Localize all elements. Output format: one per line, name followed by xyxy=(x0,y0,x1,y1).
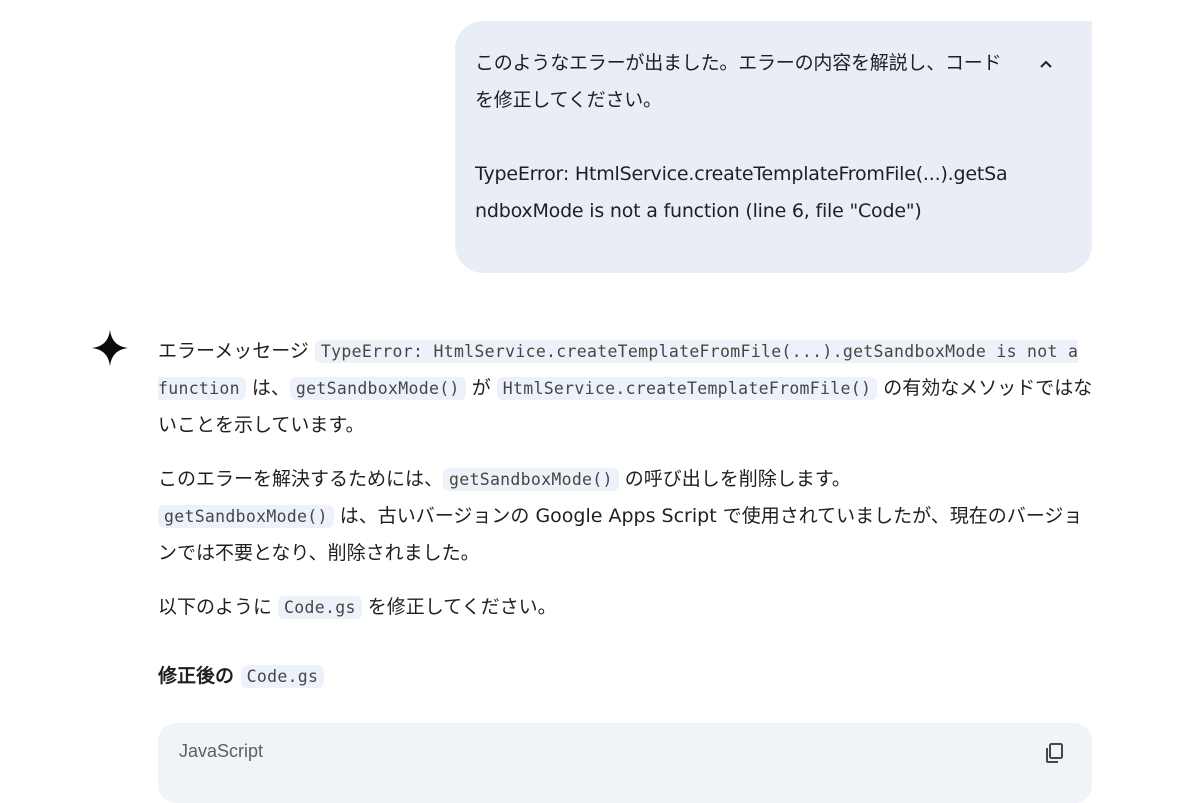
code-block: JavaScript xyxy=(158,723,1092,803)
sparkle-icon xyxy=(92,330,128,366)
text: このエラーを解決するためには、 xyxy=(158,468,444,490)
assistant-response: エラーメッセージ TypeError: HtmlService.createTe… xyxy=(158,333,1098,713)
inline-code: getSandboxMode() xyxy=(289,377,466,400)
user-message-text: このようなエラーが出ました。エラーの内容を解説し、コードを修正してください。 T… xyxy=(475,45,1015,230)
text: 以下のように xyxy=(158,596,279,618)
collapse-message-button[interactable] xyxy=(1033,51,1059,77)
text: が xyxy=(465,377,497,399)
user-message-line: このようなエラーが出ました。エラーの内容を解説し、コードを修正してください。 xyxy=(475,52,1002,111)
response-paragraph: このエラーを解決するためには、 getSandboxMode() の呼び出しを削除… xyxy=(158,461,1098,498)
inline-code: HtmlService.createTemplateFromFile() xyxy=(496,377,878,400)
code-heading: 修正後の Code.gs xyxy=(158,658,1098,695)
text: は、 xyxy=(245,377,290,399)
text: を修正してください。 xyxy=(361,596,557,618)
response-paragraph: getSandboxMode() は、古いバージョンの Google Apps … xyxy=(158,498,1098,571)
user-message-bubble: このようなエラーが出ました。エラーの内容を解説し、コードを修正してください。 T… xyxy=(455,21,1092,273)
inline-code: getSandboxMode() xyxy=(443,468,619,491)
text: の呼び出しを削除します。 xyxy=(618,468,851,490)
inline-code: Code.gs xyxy=(240,665,325,688)
text: エラーメッセージ xyxy=(158,340,315,362)
text: 修正後の xyxy=(158,665,241,687)
chevron-up-icon xyxy=(1040,60,1052,68)
inline-code: getSandboxMode() xyxy=(158,505,334,528)
user-message-line: TypeError: HtmlService.createTemplateFro… xyxy=(475,163,1008,222)
inline-code: Code.gs xyxy=(278,596,362,619)
copy-icon xyxy=(1046,743,1063,763)
copy-code-button[interactable] xyxy=(1042,741,1066,765)
response-paragraph: エラーメッセージ TypeError: HtmlService.createTe… xyxy=(158,333,1098,443)
response-paragraph: 以下のように Code.gs を修正してください。 xyxy=(158,589,1098,626)
code-language-label: JavaScript xyxy=(179,741,264,761)
